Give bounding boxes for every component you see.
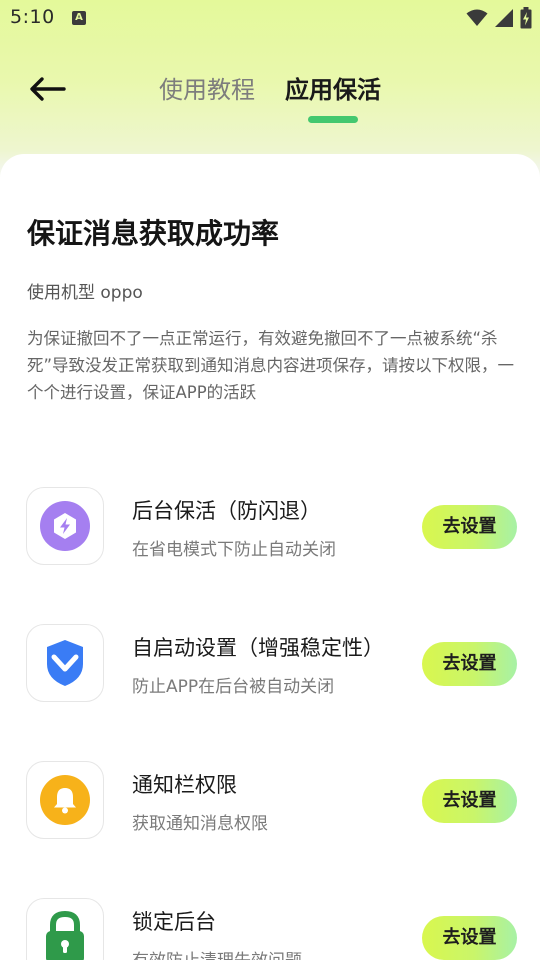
permission-icon-box xyxy=(26,624,104,702)
go-settings-button[interactable]: 去设置 xyxy=(422,779,517,823)
lock-icon xyxy=(46,910,84,960)
cell-signal-icon xyxy=(495,9,513,27)
permission-desc: 在省电模式下防止自动关闭 xyxy=(132,540,336,560)
screen: 5:10 A 使用教程 应用保活 保证消息获取成功率 使用机型 oppo 为保证… xyxy=(0,0,540,960)
permission-desc: 防止APP在后台被自动关闭 xyxy=(132,677,335,697)
permission-desc: 获取通知消息权限 xyxy=(132,814,268,834)
bell-icon xyxy=(40,775,90,825)
active-tab-indicator xyxy=(308,116,358,123)
status-bar: 5:10 A xyxy=(0,0,540,38)
device-model-label: 使用机型 oppo xyxy=(27,283,143,303)
shield-check-icon xyxy=(47,640,83,686)
permission-icon-box xyxy=(26,487,104,565)
lightning-shield-icon xyxy=(40,501,90,551)
permission-item-lock-background: 锁定后台 有效防止清理失效问题 去设置 xyxy=(0,898,540,960)
wifi-icon xyxy=(466,9,488,26)
tab-keep-alive[interactable]: 应用保活 xyxy=(285,70,381,105)
permission-item-notification: 通知栏权限 获取通知消息权限 去设置 xyxy=(0,761,540,851)
permission-icon-box xyxy=(26,761,104,839)
go-settings-button[interactable]: 去设置 xyxy=(422,642,517,686)
permission-title: 通知栏权限 xyxy=(132,773,237,797)
go-settings-button[interactable]: 去设置 xyxy=(422,505,517,549)
content-card: 保证消息获取成功率 使用机型 oppo 为保证撤回不了一点正常运行，有效避免撤回… xyxy=(0,154,540,960)
permission-icon-box xyxy=(26,898,104,960)
status-icons xyxy=(466,7,532,29)
status-time: 5:10 xyxy=(10,6,55,28)
description-text: 为保证撤回不了一点正常运行，有效避免撤回不了一点被系统“杀死”导致没发正常获取到… xyxy=(27,329,515,402)
go-settings-button[interactable]: 去设置 xyxy=(422,916,517,960)
permission-title: 锁定后台 xyxy=(132,910,216,934)
notification-a-icon: A xyxy=(72,11,86,25)
permission-item-autostart: 自启动设置（增强稳定性） 防止APP在后台被自动关闭 去设置 xyxy=(0,624,540,714)
page-title: 保证消息获取成功率 xyxy=(27,217,280,250)
battery-charging-icon xyxy=(520,7,532,29)
tab-bar: 使用教程 应用保活 xyxy=(0,70,540,130)
permission-title: 自启动设置（增强稳定性） xyxy=(132,636,384,660)
tab-tutorial[interactable]: 使用教程 xyxy=(159,70,255,105)
permission-item-background-keepalive: 后台保活（防闪退） 在省电模式下防止自动关闭 去设置 xyxy=(0,487,540,577)
permission-title: 后台保活（防闪退） xyxy=(132,499,321,523)
permission-desc: 有效防止清理失效问题 xyxy=(132,946,302,960)
